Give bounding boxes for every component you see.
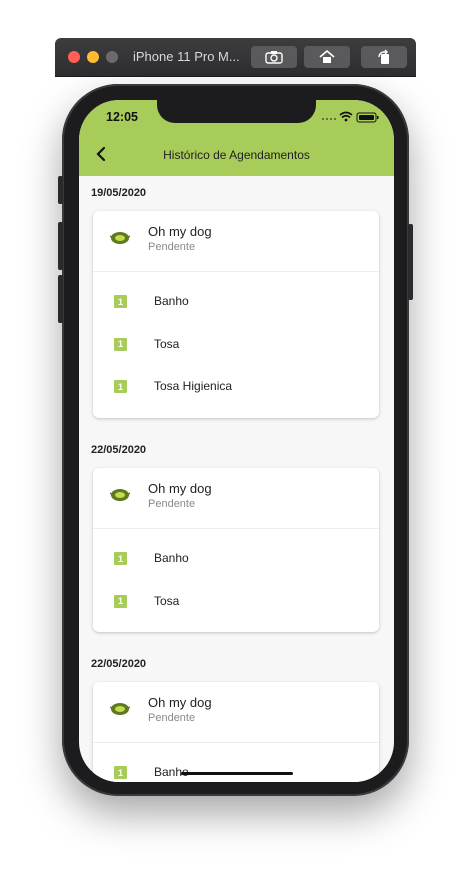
mute-switch: [58, 176, 63, 204]
signal-icon: [322, 118, 336, 120]
service-quantity-badge: 1: [114, 594, 127, 608]
service-quantity-badge: 1: [114, 766, 127, 779]
shop-logo-icon: [110, 232, 130, 244]
close-window-button[interactable]: [68, 51, 80, 63]
home-icon: [319, 50, 335, 63]
service-name: Banho: [154, 551, 189, 565]
appointment-status: Pendente: [148, 712, 196, 724]
service-name: Banho: [154, 294, 189, 308]
status-icons: [322, 111, 379, 123]
shop-name: Oh my dog: [148, 481, 212, 496]
rotate-icon: [378, 49, 389, 64]
service-row: 1 Tosa: [93, 323, 379, 366]
card-header: Oh my dog Pendente: [93, 682, 379, 743]
device-screen: 12:05 Histórico de Agendamentos 19/05/20…: [79, 100, 394, 782]
appointment-card[interactable]: Oh my dog Pendente 1 Banho 1 Tosa: [93, 468, 379, 632]
power-button: [408, 224, 413, 300]
wifi-icon: [339, 111, 353, 122]
minimize-window-button[interactable]: [87, 51, 99, 63]
service-row: 1 Banho: [93, 751, 379, 782]
service-row: 1 Banho: [93, 280, 379, 323]
shop-name: Oh my dog: [148, 224, 212, 239]
appointment-status: Pendente: [148, 498, 196, 510]
section-date: 22/05/2020: [91, 444, 147, 456]
page-title: Histórico de Agendamentos: [163, 148, 310, 162]
service-quantity-badge: 1: [114, 337, 127, 351]
rotate-button[interactable]: [361, 46, 407, 68]
card-header: Oh my dog Pendente: [93, 211, 379, 272]
camera-icon: [265, 51, 283, 64]
screenshot-button[interactable]: [251, 46, 297, 68]
section-date: 19/05/2020: [91, 187, 147, 199]
status-time: 12:05: [106, 110, 138, 124]
service-name: Tosa Higienica: [154, 379, 233, 393]
appointment-card[interactable]: Oh my dog Pendente 1 Banho 1 Tosa 1 Tosa…: [93, 211, 379, 418]
appointment-card[interactable]: Oh my dog Pendente 1 Banho: [93, 682, 379, 782]
volume-down-button: [58, 275, 63, 323]
service-row: 1 Tosa Higienica: [93, 365, 379, 408]
service-row: 1 Banho: [93, 537, 379, 580]
service-name: Tosa: [154, 336, 180, 351]
home-indicator[interactable]: [181, 772, 293, 775]
service-quantity-badge: 1: [114, 295, 127, 308]
app-bar: 12:05 Histórico de Agendamentos: [79, 100, 394, 176]
battery-icon: [356, 112, 379, 123]
card-header: Oh my dog Pendente: [93, 468, 379, 529]
simulator-toolbar: iPhone 11 Pro M...: [55, 38, 416, 76]
section-date: 22/05/2020: [91, 658, 147, 670]
home-button[interactable]: [304, 46, 350, 68]
shop-logo-icon: [110, 489, 130, 501]
service-quantity-badge: 1: [114, 552, 127, 565]
zoom-window-button[interactable]: [106, 51, 118, 63]
shop-logo-icon: [110, 703, 130, 715]
appointment-status: Pendente: [148, 241, 196, 253]
service-name: Tosa: [154, 593, 180, 608]
shop-name: Oh my dog: [148, 695, 212, 710]
service-quantity-badge: 1: [114, 380, 127, 393]
notch: [157, 100, 316, 123]
volume-up-button: [58, 222, 63, 270]
service-row: 1 Tosa: [93, 580, 379, 623]
